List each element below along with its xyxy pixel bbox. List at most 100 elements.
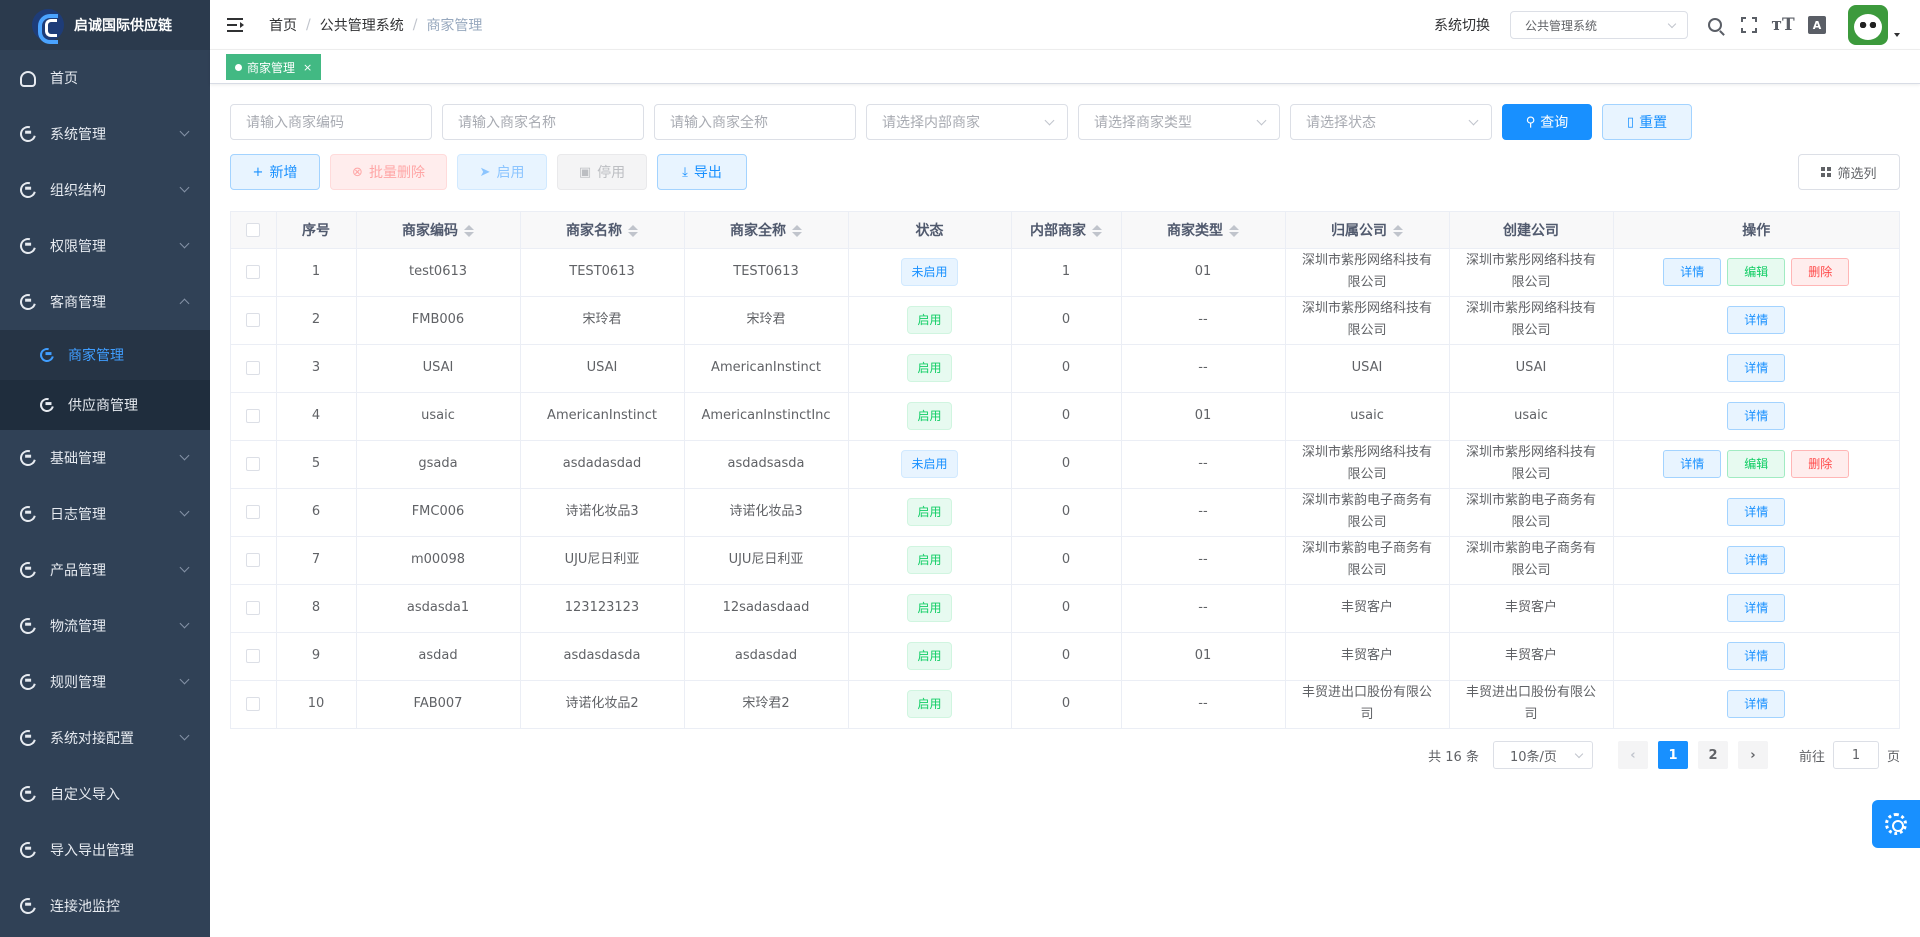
table-row[interactable]: 1 test0613 TEST0613 TEST0613 未启用 1 01 深圳市紫彤网络科技… [231, 248, 1899, 297]
sidebar-item[interactable]: 系统管理 [0, 106, 210, 162]
sort-icon[interactable] [1393, 224, 1403, 238]
disable-button[interactable]: ▣ 停用 [557, 154, 647, 190]
font-size-button[interactable]: тT [1766, 0, 1800, 50]
sidebar-item[interactable]: 组织结构 [0, 162, 210, 218]
col-header-code[interactable]: 商家编码 [356, 212, 521, 249]
batch-delete-button[interactable]: ⊗ 批量删除 [330, 154, 447, 190]
sidebar-item[interactable]: 权限管理 [0, 218, 210, 274]
table-row[interactable]: 3 USAI USAI AmericanInstinct 启用 0 -- USAI USAI 详情 [231, 344, 1899, 393]
close-icon[interactable]: × [303, 61, 312, 74]
internal-merchant-select[interactable]: 请选择内部商家 [866, 104, 1068, 140]
sort-icon[interactable] [792, 224, 802, 238]
row-checkbox[interactable] [246, 600, 261, 615]
sidebar-item[interactable]: 自定义导入 [0, 766, 210, 822]
cell-text: 01 [1194, 408, 1212, 423]
page-1-button[interactable]: 1 [1657, 741, 1688, 769]
prev-page-button[interactable]: ‹ [1617, 741, 1648, 769]
merchant-name-input[interactable]: 请输入商家名称 [442, 104, 644, 140]
sidebar-item[interactable]: 规则管理 [0, 654, 210, 710]
sidebar-item[interactable]: 产品管理 [0, 542, 210, 598]
next-page-button[interactable]: › [1737, 741, 1768, 769]
table-row[interactable]: 8 asdasda1 123123123 12sadasdaad 启用 0 -- 丰贸客户 丰贸… [231, 584, 1899, 633]
sort-icon[interactable] [628, 224, 638, 238]
row-checkbox[interactable] [246, 312, 261, 327]
detail-button[interactable]: 详情 [1727, 642, 1786, 670]
hamburger-icon[interactable] [227, 17, 245, 32]
detail-button[interactable]: 详情 [1727, 354, 1786, 382]
detail-button[interactable]: 详情 [1727, 546, 1786, 574]
row-checkbox[interactable] [246, 456, 261, 471]
edit-button[interactable]: 编辑 [1727, 258, 1786, 286]
delete-button[interactable]: 删除 [1791, 258, 1850, 286]
search-icon-button[interactable] [1698, 0, 1732, 50]
filter-columns-button[interactable]: 筛选列 [1798, 154, 1900, 190]
detail-button[interactable]: 详情 [1727, 690, 1786, 719]
row-checkbox[interactable] [246, 696, 261, 711]
caret-down-icon[interactable] [1894, 33, 1900, 37]
sidebar-item[interactable]: 物流管理 [0, 598, 210, 654]
add-button[interactable]: + 新增 [230, 154, 320, 190]
row-checkbox[interactable] [246, 504, 261, 519]
table-row[interactable]: 4 usaic AmericanInstinct AmericanInstinctIn… [231, 392, 1899, 441]
sidebar-item[interactable]: 首页 [0, 50, 210, 106]
page-2-button[interactable]: 2 [1697, 741, 1728, 769]
settings-float-button[interactable] [1872, 800, 1920, 848]
page-size-select[interactable]: 10条/页 [1492, 741, 1593, 769]
breadcrumb-home[interactable]: 首页 [269, 15, 297, 35]
sort-icon[interactable] [464, 224, 474, 238]
row-checkbox[interactable] [246, 264, 261, 279]
goto-page-input[interactable]: 1 [1832, 741, 1879, 769]
tag-merchant-management[interactable]: 商家管理 × [226, 54, 322, 80]
table-row[interactable]: 6 FMC006 诗诺化妆品3 诗诺化妆品3 启用 0 -- 深圳市紫韵电子商务有限公司 深圳市… [231, 488, 1899, 537]
merchant-type-select[interactable]: 请选择商家类型 [1078, 104, 1280, 140]
sidebar-item[interactable]: 基础管理 [0, 430, 210, 486]
row-checkbox[interactable] [246, 552, 261, 567]
row-checkbox[interactable] [246, 408, 261, 423]
detail-button[interactable]: 详情 [1663, 258, 1722, 286]
table-row[interactable]: 9 asdad asdasdasda asdasdad 启用 0 01 丰贸客户 丰贸客户 详情 [231, 632, 1899, 681]
sidebar-item[interactable]: 导入导出管理 [0, 822, 210, 878]
merchant-fullname-input[interactable]: 请输入商家全称 [654, 104, 856, 140]
enable-button[interactable]: ➤ 启用 [457, 154, 547, 190]
fullscreen-button[interactable] [1732, 0, 1766, 50]
col-header-internal[interactable]: 内部商家 [1011, 212, 1122, 249]
delete-button[interactable]: 删除 [1791, 450, 1850, 478]
sort-icon[interactable] [1229, 224, 1239, 238]
row-checkbox[interactable] [246, 360, 261, 375]
detail-button[interactable]: 详情 [1727, 498, 1786, 526]
sidebar-subitem[interactable]: 商家管理 [0, 330, 210, 380]
export-button[interactable]: ⤓ 导出 [657, 154, 747, 190]
reset-button[interactable]: ▯ 重置 [1602, 104, 1692, 140]
row-checkbox[interactable] [246, 648, 261, 663]
detail-button[interactable]: 详情 [1727, 306, 1786, 334]
avatar[interactable] [1848, 5, 1888, 45]
sort-icon[interactable] [1092, 224, 1102, 238]
sidebar-item[interactable]: 连接池监控 [0, 878, 210, 934]
col-header-name[interactable]: 商家名称 [520, 212, 685, 249]
detail-button[interactable]: 详情 [1727, 594, 1786, 622]
col-header-owner[interactable]: 归属公司 [1285, 212, 1450, 249]
language-button[interactable]: A [1800, 0, 1834, 50]
sidebar-subitem[interactable]: 供应商管理 [0, 380, 210, 430]
cell-status: 启用 [848, 392, 1012, 441]
sidebar-item[interactable]: 日志管理 [0, 486, 210, 542]
table-row[interactable]: 7 m00098 UJU尼日利亚 UJU尼日利亚 启用 0 -- 深圳市紫韵电子商务有限公司深… [231, 536, 1899, 585]
logo[interactable]: 启诚国际供应链 [0, 0, 210, 50]
header-label: 创建公司 [1503, 222, 1559, 239]
breadcrumb-system[interactable]: 公共管理系统 [320, 15, 404, 35]
query-button[interactable]: ⚲ 查询 [1502, 104, 1592, 140]
detail-button[interactable]: 详情 [1727, 402, 1786, 430]
system-switch-select[interactable]: 公共管理系统 [1510, 11, 1688, 39]
sidebar-item[interactable]: 客商管理 [0, 274, 210, 330]
col-header-fullname[interactable]: 商家全称 [684, 212, 849, 249]
edit-button[interactable]: 编辑 [1727, 450, 1786, 478]
merchant-code-input[interactable]: 请输入商家编码 [230, 104, 432, 140]
sidebar-item[interactable]: 系统对接配置 [0, 710, 210, 766]
table-row[interactable]: 5 gsada asdadasdad asdadsasda 未启用 0 -- 深圳市紫彤网络科… [231, 440, 1899, 489]
status-select[interactable]: 请选择状态 [1290, 104, 1492, 140]
table-row[interactable]: 2 FMB006 宋玲君 宋玲君 启用 0 -- 深圳市紫彤网络科技有限公司 深圳市紫彤网络科技… [231, 296, 1899, 345]
col-header-type[interactable]: 商家类型 [1121, 212, 1286, 249]
select-all-checkbox[interactable] [246, 222, 261, 237]
detail-button[interactable]: 详情 [1663, 450, 1722, 478]
table-row[interactable]: 10 FAB007 诗诺化妆品2 宋玲君2 启用 0 -- 丰贸进出口股份有限公司 丰贸进出口股… [231, 680, 1899, 728]
